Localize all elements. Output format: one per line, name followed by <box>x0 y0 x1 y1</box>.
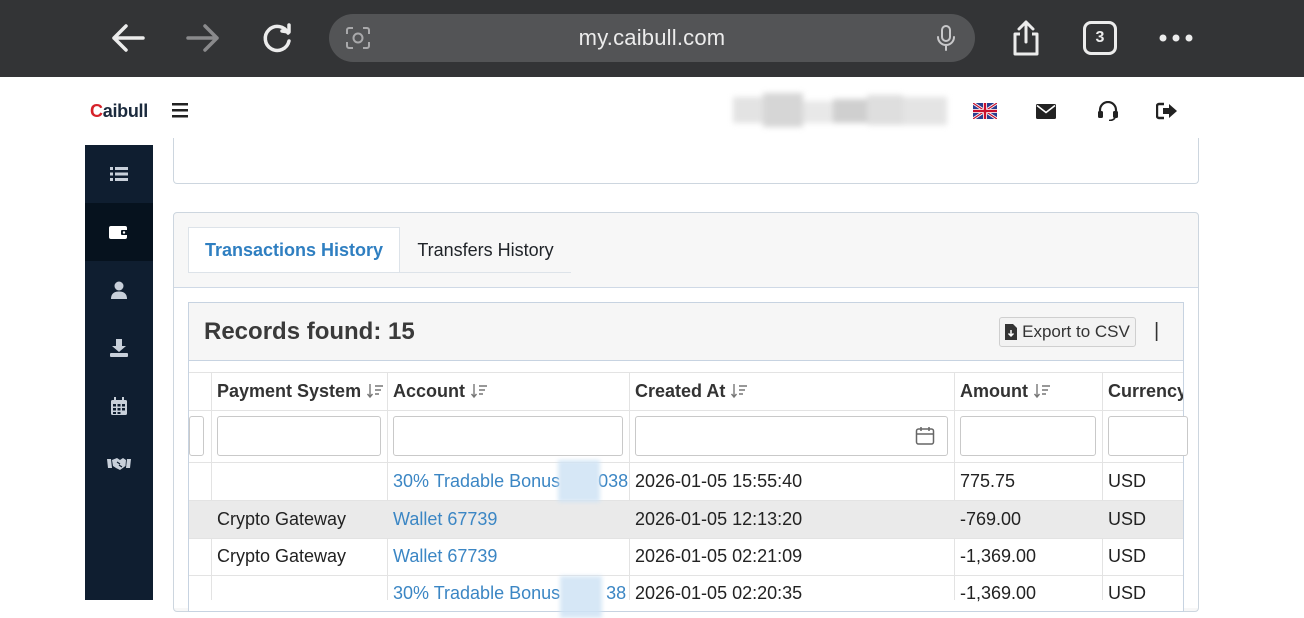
sidebar-item-partners[interactable] <box>85 435 153 493</box>
column-divider <box>387 372 388 600</box>
tab-underline <box>188 272 571 273</box>
cell-account-link[interactable]: Wallet 67739 <box>393 538 497 575</box>
sort-icon[interactable] <box>731 383 748 399</box>
handshake-icon <box>107 458 131 470</box>
hamburger-menu-icon[interactable] <box>170 100 190 120</box>
column-header-account[interactable]: Account <box>393 372 487 410</box>
cell-currency: USD <box>1108 509 1147 529</box>
logo[interactable]: Caibull <box>85 77 153 145</box>
logout-icon[interactable] <box>1155 99 1179 123</box>
cell-amount: 775.75 <box>960 471 1016 491</box>
cell-amount: -769.00 <box>960 509 1022 529</box>
column-header-payment-system[interactable]: Payment System <box>217 372 384 410</box>
account-link-suffix: 38 <box>606 583 627 603</box>
redaction-mask <box>558 460 600 502</box>
microphone-icon[interactable] <box>935 24 957 52</box>
reload-icon[interactable] <box>258 18 298 58</box>
sidebar-item-profile[interactable] <box>85 261 153 319</box>
export-csv-button[interactable]: Export to CSV <box>999 317 1136 347</box>
column-header-created-at[interactable]: Created At <box>635 372 748 410</box>
user-icon <box>111 281 127 299</box>
cell-payment-system: Crypto Gateway <box>217 509 347 529</box>
cell-created-at: 2026-01-05 15:55:40 <box>635 471 803 491</box>
filter-currency[interactable] <box>1108 416 1188 456</box>
cell-account-link[interactable]: Wallet 67739 <box>393 501 497 538</box>
user-name-redacted <box>733 93 947 127</box>
forward-icon[interactable] <box>183 18 223 58</box>
browser-toolbar: my.caibull.com 3 <box>0 0 1304 77</box>
cell-created-at: 2026-01-05 02:20:35 <box>635 583 803 603</box>
logo-wordmark: aibull <box>102 100 149 121</box>
column-header-amount[interactable]: Amount <box>960 372 1050 410</box>
row-divider <box>189 372 1183 373</box>
cell-currency: USD <box>1108 471 1147 491</box>
sort-icon[interactable] <box>471 383 487 399</box>
filter-account[interactable] <box>393 416 623 456</box>
toolbar-separator: | <box>1154 320 1160 342</box>
column-divider <box>629 372 630 600</box>
back-icon[interactable] <box>108 18 148 58</box>
column-header-currency[interactable]: Currency <box>1108 372 1183 410</box>
top-card <box>173 138 1199 184</box>
download-icon <box>110 339 128 357</box>
cell-created-at: 2026-01-05 02:21:09 <box>635 546 803 566</box>
account-link-text: 30% Tradable Bonus <box>393 583 561 603</box>
records-count: Records found: 15 <box>204 318 415 345</box>
uk-flag-icon[interactable] <box>973 99 997 123</box>
sort-icon[interactable] <box>1033 383 1050 399</box>
support-headset-icon[interactable] <box>1096 99 1120 123</box>
column-divider <box>211 372 212 600</box>
cell-amount: -1,369.00 <box>960 546 1037 566</box>
filter-select-partial[interactable] <box>189 416 204 456</box>
mail-icon[interactable] <box>1034 99 1058 123</box>
url-bar[interactable]: my.caibull.com <box>329 14 975 62</box>
sidebar-item-downloads[interactable] <box>85 319 153 377</box>
tab-transactions-history[interactable]: Transactions History <box>188 227 400 273</box>
list-icon <box>110 167 128 181</box>
filter-created-at[interactable] <box>635 416 948 456</box>
more-icon[interactable] <box>1156 18 1196 58</box>
column-label: Amount <box>960 380 1028 401</box>
column-label: Payment System <box>217 380 362 401</box>
cell-currency: USD <box>1108 546 1147 566</box>
sort-icon[interactable] <box>367 383 384 399</box>
account-link-text: 30% Tradable Bonus <box>393 471 561 491</box>
cell-payment-system: Crypto Gateway <box>217 546 347 566</box>
wallet-icon <box>109 226 129 239</box>
share-icon[interactable] <box>1006 18 1046 58</box>
filter-payment-system[interactable] <box>217 416 381 456</box>
logo-mark: C <box>90 100 103 121</box>
app-header <box>153 77 1304 145</box>
cell-currency: USD <box>1108 583 1147 603</box>
column-label: Currency <box>1108 380 1183 401</box>
column-label: Account <box>393 380 465 401</box>
column-divider <box>954 372 955 600</box>
calendar-icon[interactable] <box>915 426 935 446</box>
left-gutter <box>0 77 85 600</box>
camera-lens-icon[interactable] <box>345 26 371 50</box>
cell-created-at: 2026-01-05 12:13:20 <box>635 509 803 529</box>
tabs-count-button[interactable]: 3 <box>1083 21 1117 55</box>
export-csv-label: Export to CSV <box>1022 322 1130 341</box>
tab-transfers-history[interactable]: Transfers History <box>400 227 571 273</box>
sidebar-item-list[interactable] <box>85 145 153 203</box>
cell-amount: -1,369.00 <box>960 583 1037 603</box>
column-label: Created At <box>635 380 726 401</box>
sidebar-item-calendar[interactable] <box>85 377 153 435</box>
filter-amount[interactable] <box>960 416 1096 456</box>
url-text: my.caibull.com <box>578 25 726 50</box>
column-divider <box>1102 372 1103 600</box>
sidebar-item-wallet[interactable] <box>85 203 153 261</box>
row-divider <box>189 410 1183 411</box>
calendar-icon <box>111 397 127 415</box>
redaction-mask <box>560 576 602 618</box>
file-export-icon <box>1005 324 1018 340</box>
account-link-suffix: 038 <box>598 471 629 491</box>
